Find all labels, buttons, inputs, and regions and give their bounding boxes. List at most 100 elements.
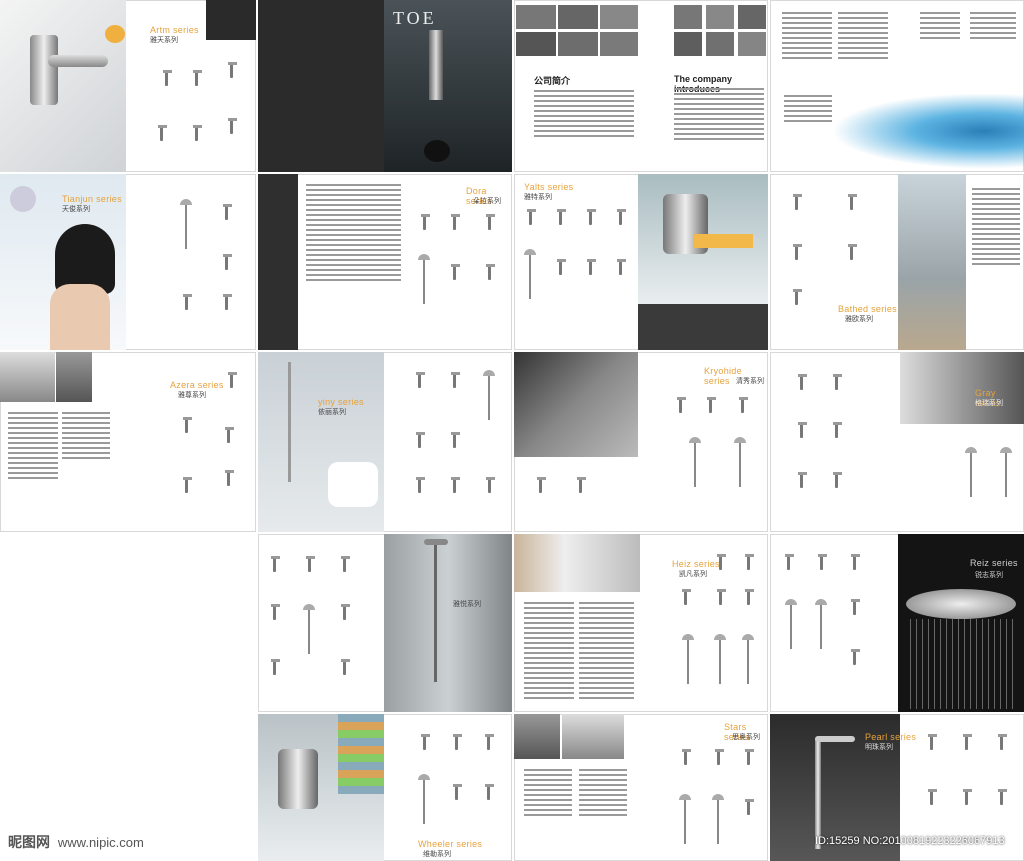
shower-icon [1000,447,1012,499]
faucet-icon [450,734,464,752]
shower-icon [483,370,495,422]
spread-wheeler: Wheeler series 维勒系列 [258,714,512,861]
series-cn: 雅特系列 [524,194,552,201]
faucet-icon [742,749,756,767]
shower-room-photo [384,534,512,712]
series-cn: 雅悦系列 [453,601,481,608]
spread-gray: Gray series 格瑞系列 [770,352,1024,532]
series-cn: 雅天系列 [150,37,178,44]
body-text [524,769,572,819]
spread-tianjun: Tianjun series 天俊系列 [0,174,256,350]
shower-icon [418,254,430,306]
office-photo [516,5,556,29]
body-text [972,188,1020,268]
series-cn: 锐志系列 [975,572,1003,579]
faucet-icon [413,372,427,390]
faucet-photo [0,352,55,402]
series-cn: 明珠系列 [865,744,893,751]
faucet-icon [448,477,462,495]
faucet-icon [268,604,282,622]
faucet-icon [848,554,862,572]
faucet-icon [830,374,844,392]
faucet-icon [534,477,548,495]
faucet-icon [995,734,1009,752]
series-cn: 雅尊系列 [178,392,206,399]
faucet-icon [960,789,974,807]
faucet-icon [303,556,317,574]
faucet-icon [742,799,756,817]
body-text [306,184,401,284]
body-text [8,412,58,482]
faucet-photo [56,352,92,402]
body-text [524,602,574,702]
faucet-icon [225,372,239,390]
faucet-icon [714,554,728,572]
series-en: Heiz series [672,559,720,569]
faucet-photo [562,714,624,759]
bathroom-photo [258,352,384,532]
faucet-icon [712,749,726,767]
faucet-icon [679,589,693,607]
faucet-icon [418,734,432,752]
faucet-icon [450,784,464,802]
faucet-icon [790,244,804,262]
faucet-icon [736,397,750,415]
faucet-icon [190,125,204,143]
faucet-icon [614,209,628,227]
watermark-cn: 昵图网 [8,834,50,850]
body-text [62,412,110,462]
body-text [579,602,634,702]
spread-toe: TOE [258,0,512,172]
faucet-icon [338,604,352,622]
shower-icon [418,774,430,826]
faucet-icon [338,659,352,677]
thumb-photo [258,174,298,350]
series-en: yiny series [318,397,364,407]
faucet-photo [638,174,768,304]
faucet-icon [995,789,1009,807]
spread-yayue: 雅悦系列 [258,534,512,712]
office-photo [738,32,766,56]
faucet-icon [225,118,239,136]
office-photo [674,32,702,56]
office-photo [516,32,556,56]
shower-icon [689,437,701,489]
faucet-icon [483,264,497,282]
spread-stars: Stars series 思奥系列 [514,714,768,861]
index-list [782,12,832,62]
faucet-icon [448,432,462,450]
intro-text-cn [534,90,634,140]
shower-icon [714,634,726,686]
faucet-icon [220,204,234,222]
basin-faucet-photo [258,714,384,861]
faucet-icon [448,214,462,232]
spread-kryohide: Kryohide series 清秀系列 [514,352,768,532]
faucet-icon [742,589,756,607]
faucet-icon [413,432,427,450]
series-cn: 维勒系列 [423,851,451,858]
spread-artm: Artm series 雅天系列 [0,0,256,172]
series-en: Artm series [150,25,199,35]
shower-icon [180,199,192,251]
bathroom-photo [514,534,640,592]
shower-icon [734,437,746,489]
seaside-photo [898,174,966,350]
faucet-icon [268,659,282,677]
faucet-icon [338,556,352,574]
spread-reiz: Reiz series 锐志系列 [770,534,1024,712]
faucet-icon [845,244,859,262]
faucet-thumb [206,0,256,40]
faucet-icon [584,259,598,277]
faucet-icon [614,259,628,277]
faucet-icon [584,209,598,227]
faucet-icon [782,554,796,572]
faucet-icon [180,477,194,495]
shower-icon [303,604,315,656]
series-cn: 凯凡系列 [679,571,707,578]
shower-icon [742,634,754,686]
image-id-tag: ID:15259 NO:20100819223226067913 [815,835,1005,847]
office-photo [600,5,638,29]
faucet-icon [795,374,809,392]
shower-icon [679,794,691,846]
faucet-icon [925,734,939,752]
